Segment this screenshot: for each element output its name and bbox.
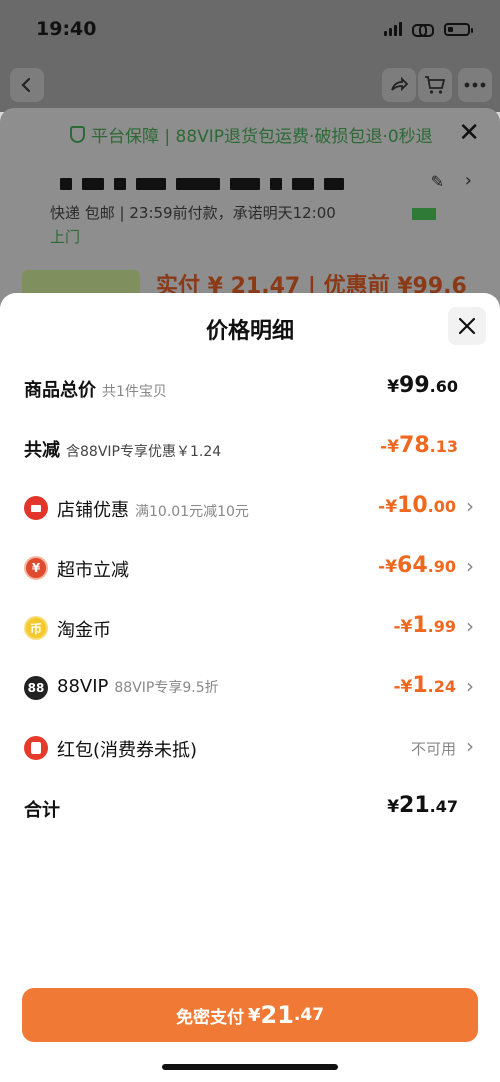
row-gold-coin[interactable]: 币 淘金币 -¥1.99 ›: [0, 608, 500, 648]
close-button[interactable]: [448, 307, 486, 345]
more-dots-icon: [464, 82, 486, 88]
door-delivery-text: 上门: [50, 228, 81, 246]
row-sub: 含88VIP专享优惠￥1.24: [66, 444, 222, 460]
store-discount-amount: -¥10.00: [378, 493, 456, 518]
chevron-right-icon: ›: [466, 734, 474, 758]
row-88vip[interactable]: 88 88VIP 88VIP专享9.5折 -¥1.24 ›: [0, 668, 500, 708]
row-sub: 88VIP专享9.5折: [114, 680, 219, 696]
share-button[interactable]: [382, 68, 416, 102]
status-time: 19:40: [36, 18, 97, 40]
grand-total-amount: ¥21.47: [387, 793, 458, 818]
row-supermarket-discount[interactable]: ¥ 超市立减 -¥64.90 ›: [0, 548, 500, 588]
row-label: 店铺优惠 满10.01元减10元: [57, 500, 249, 521]
battery-icon: [444, 22, 473, 36]
redacted-address: [60, 178, 344, 190]
delivery-info: 快递 包邮 | 23:59前付款，承诺明天12:00: [50, 204, 336, 222]
row-label: 超市立减: [57, 560, 129, 581]
close-icon: [458, 317, 476, 335]
chevron-right-icon: ›: [466, 494, 474, 518]
row-grand-total: 合计 ¥21.47: [0, 788, 500, 828]
row-red-packet[interactable]: 红包(消费券未抵) 不可用 ›: [0, 728, 500, 768]
total-discount-amount: -¥78.13: [380, 433, 458, 458]
shield-icon: [70, 126, 85, 143]
back-button[interactable]: [10, 68, 44, 102]
green-badge: [412, 208, 436, 220]
status-bar: 19:40: [0, 0, 500, 56]
chevron-left-icon: [21, 77, 31, 93]
row-label: 商品总价 共1件宝贝: [24, 380, 167, 401]
total-price-amount: ¥99.60: [387, 373, 458, 398]
gold-coin-icon: 币: [24, 616, 48, 640]
background-close-icon: ✕: [458, 118, 480, 148]
row-sub: 共1件宝贝: [102, 384, 167, 400]
edit-icon: ✎: [430, 172, 444, 191]
row-label: 淘金币: [57, 620, 111, 641]
supermarket-discount-amount: -¥64.90: [378, 553, 456, 578]
row-label: 红包(消费券未抵): [57, 740, 198, 761]
cellular-signal-icon: [384, 22, 402, 36]
chevron-right-icon: ›: [464, 170, 472, 191]
more-button[interactable]: [458, 68, 492, 102]
row-sub: 满10.01元减10元: [135, 504, 249, 520]
row-store-discount[interactable]: 店铺优惠 满10.01元减10元 -¥10.00 ›: [0, 488, 500, 528]
pay-button-amount-dec: .47: [293, 1005, 325, 1025]
chevron-right-icon: ›: [466, 674, 474, 698]
red-packet-icon: [24, 736, 48, 760]
price-detail-sheet: 价格明细 商品总价 共1件宝贝 ¥99.60 共减 含88VIP专享优惠￥1.24 …: [0, 293, 500, 1082]
row-total-discount: 共减 含88VIP专享优惠￥1.24 -¥78.13: [0, 428, 500, 468]
password-free-pay-button[interactable]: 免密支付 ¥ 21 .47: [22, 988, 478, 1042]
home-indicator[interactable]: [162, 1064, 338, 1070]
supermarket-icon: ¥: [24, 556, 48, 580]
cart-button[interactable]: [418, 68, 452, 102]
chevron-right-icon: ›: [466, 554, 474, 578]
share-icon: [391, 76, 409, 92]
platform-guarantee: 平台保障 | 88VIP退货包运费·破损包退·0秒退: [70, 122, 433, 147]
pay-button-label: 免密支付: [175, 1007, 244, 1028]
88vip-discount-amount: -¥1.24: [393, 673, 456, 698]
sheet-title: 价格明细: [205, 319, 294, 344]
status-icons: [384, 22, 473, 37]
88vip-icon: 88: [24, 676, 48, 700]
pay-button-amount-int: 21: [260, 1001, 294, 1029]
pay-button-currency: ¥: [247, 1004, 261, 1026]
row-label: 88VIP 88VIP专享9.5折: [57, 676, 219, 697]
guarantee-text: 平台保障 | 88VIP退货包运费·破损包退·0秒退: [91, 127, 433, 147]
store-icon: [24, 496, 48, 520]
row-label: 合计: [24, 800, 60, 821]
nav-bar: [0, 56, 500, 112]
red-packet-status: 不可用: [410, 740, 456, 758]
gold-coin-amount: -¥1.99: [393, 613, 456, 638]
hotspot-link-icon: [412, 22, 434, 37]
chevron-right-icon: ›: [466, 614, 474, 638]
row-label: 共减 含88VIP专享优惠￥1.24: [24, 440, 222, 461]
row-total-price: 商品总价 共1件宝贝 ¥99.60: [0, 368, 500, 408]
cart-icon: [425, 76, 446, 94]
